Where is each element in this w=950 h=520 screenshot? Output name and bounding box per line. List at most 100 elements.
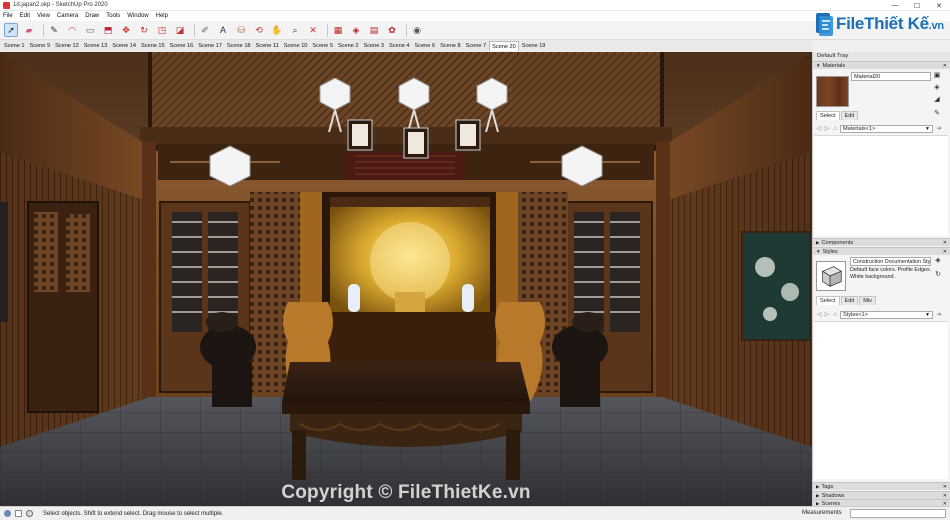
extension-manager-icon[interactable]: ✿ [385,23,399,37]
materials-collection-dropdown[interactable]: Materials<1> ▼ [840,124,933,133]
scene-tab-scene-4[interactable]: Scene 4 [387,41,412,51]
sample-paint-icon[interactable]: ✎ [933,110,941,118]
geo-location-icon[interactable] [4,510,11,517]
close-panel-icon[interactable]: ✕ [943,248,947,256]
extension-warehouse-icon[interactable]: ◈ [349,23,363,37]
materials-panel-header[interactable]: ▼ Materials ✕ [813,61,950,69]
shadows-panel-header[interactable]: ▶ Shadows ✕ [813,491,950,499]
styles-list[interactable] [814,321,948,479]
scene-tab-scene-11[interactable]: Scene 11 [254,41,281,51]
text-icon[interactable]: A [216,23,230,37]
account-icon[interactable]: ◉ [410,23,424,37]
close-panel-icon[interactable]: ✕ [943,62,947,70]
menu-view[interactable]: View [37,13,50,19]
tray-title: Default Tray [813,52,950,61]
menu-bar: File Edit View Camera Draw Tools Window … [0,11,950,21]
scene-tab-scene-7[interactable]: Scene 7 [464,41,489,51]
menu-camera[interactable]: Camera [57,13,78,19]
instructor-icon[interactable] [26,510,33,517]
scene-tab-scene-13[interactable]: Scene 13 [82,41,110,51]
style-thumbnail[interactable] [816,261,846,291]
scene-tabs: Scene 1 Scene 9 Scene 12 Scene 13 Scene 14 Sc… [0,40,812,51]
create-material-icon[interactable]: ◈ [933,84,941,92]
layout-icon[interactable]: ▤ [367,23,381,37]
scene-tab-scene-8[interactable]: Scene 8 [438,41,463,51]
menu-tools[interactable]: Tools [106,13,120,19]
scene-tab-scene-3[interactable]: Scene 3 [361,41,386,51]
toolbar-separator [194,23,195,37]
menu-draw[interactable]: Draw [85,13,99,19]
zoom-extents-icon[interactable]: ✕ [306,23,320,37]
tab-materials-select[interactable]: Select [816,111,840,120]
display-secondary-icon[interactable]: ▣ [933,72,941,80]
scene-tab-scene-6[interactable]: Scene 6 [413,41,438,51]
default-material-icon[interactable]: ◢ [933,96,941,104]
scene-tab-scene-16[interactable]: Scene 16 [168,41,196,51]
scene-tab-scene-9[interactable]: Scene 9 [28,41,53,51]
pan-icon[interactable]: ✋ [270,23,284,37]
update-style-icon[interactable]: ↻ [934,271,942,279]
materials-collection-row: ◁ ▷ ⌂ Materials<1> ▼ ➔ [816,124,944,133]
tags-panel-header[interactable]: ▶ Tags ✕ [813,482,950,490]
pencil-line-icon[interactable]: ✎ [47,23,61,37]
details-arrow-icon[interactable]: ➔ [936,311,942,318]
scene-tab-scene-1[interactable]: Scene 1 [2,41,27,51]
styles-collection-dropdown[interactable]: Styles<1> ▼ [840,310,933,319]
create-style-icon[interactable]: ◈ [934,257,942,265]
scene-tab-scene-18[interactable]: Scene 18 [225,41,253,51]
eraser-icon[interactable]: ▰ [22,23,36,37]
model-viewport[interactable]: Copyright © FileThietKe.vn [0,52,812,506]
measurements-input[interactable] [850,509,946,518]
tab-styles-mix[interactable]: Mix [859,296,876,305]
styles-panel-header[interactable]: ▼ Styles ✕ [813,247,950,255]
home-icon[interactable]: ⌂ [832,126,838,132]
logo-brand: File [836,14,865,33]
scene-tab-scene-10[interactable]: Scene 10 [282,41,310,51]
scene-tab-scene-12[interactable]: Scene 12 [53,41,81,51]
rotate-icon[interactable]: ↻ [137,23,151,37]
scene-tab-scene-15[interactable]: Scene 15 [139,41,167,51]
orbit-icon[interactable]: ⟲ [252,23,266,37]
components-panel-header[interactable]: ▶ Components ✕ [813,238,950,246]
scale-icon[interactable]: ◳ [155,23,169,37]
warehouse-icon[interactable]: ▦ [331,23,345,37]
zoom-icon[interactable]: ⌕ [288,23,302,37]
material-swatch[interactable] [816,76,849,107]
chevron-down-icon: ▼ [925,311,930,318]
scene-tab-scene-19[interactable]: Scene 19 [520,41,548,51]
status-hint: Select objects. Shift to extend select. … [43,510,224,517]
menu-help[interactable]: Help [156,13,168,19]
details-arrow-icon[interactable]: ➔ [936,125,942,132]
style-description[interactable]: Default face colors. Profile Edges. Whit… [850,267,934,280]
scene-tab-scene-20[interactable]: Scene 20 [489,41,519,51]
back-icon[interactable]: ◁ [816,125,822,132]
scene-tab-scene-5[interactable]: Scene 5 [310,41,335,51]
tab-styles-select[interactable]: Select [816,296,840,305]
materials-list[interactable] [814,135,948,236]
paint-bucket-icon[interactable]: ⛁ [234,23,248,37]
scene-tab-scene-2[interactable]: Scene 2 [336,41,361,51]
scene-tab-scene-14[interactable]: Scene 14 [110,41,138,51]
back-icon[interactable]: ◁ [816,311,822,318]
push-pull-icon[interactable]: ⬒ [101,23,115,37]
scene-tab-scene-17[interactable]: Scene 17 [196,41,224,51]
material-name-field[interactable]: Material20 [851,72,931,81]
close-panel-icon[interactable]: ✕ [943,239,947,247]
menu-window[interactable]: Window [127,13,148,19]
arc-icon[interactable]: ◠ [65,23,79,37]
tab-materials-edit[interactable]: Edit [840,111,859,120]
home-icon[interactable]: ⌂ [832,312,838,318]
credits-icon[interactable] [15,510,22,517]
style-name-field[interactable]: Construction Documentation Sty [850,257,931,266]
tab-styles-edit[interactable]: Edit [840,296,859,305]
forward-icon[interactable]: ▷ [824,125,830,132]
menu-file[interactable]: File [3,13,13,19]
forward-icon[interactable]: ▷ [824,311,830,318]
offset-icon[interactable]: ◪ [173,23,187,37]
select-arrow-icon[interactable]: ➚ [4,23,18,37]
close-panel-icon[interactable]: ✕ [943,483,947,491]
rectangle-icon[interactable]: ▭ [83,23,97,37]
move-icon[interactable]: ✥ [119,23,133,37]
menu-edit[interactable]: Edit [20,13,30,19]
tape-measure-icon[interactable]: ✐ [198,23,212,37]
